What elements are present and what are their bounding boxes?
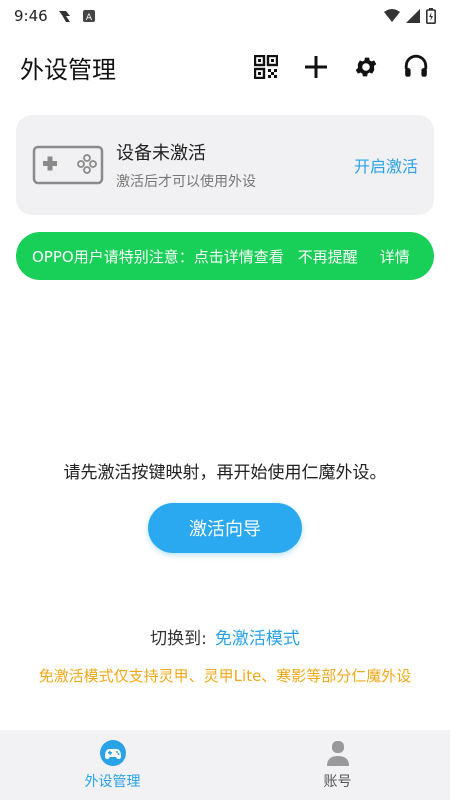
status-time: 9:46 (14, 7, 48, 25)
headset-icon (404, 54, 428, 77)
status-bar: 9:46 A (0, 0, 450, 32)
enable-activation-link[interactable]: 开启激活 (354, 153, 418, 177)
switch-label: 切换到: (150, 629, 207, 649)
oppo-notice-banner: OPPO用户请特别注意：点击详情查看 不再提醒 详情 (16, 232, 434, 280)
activation-guide-button[interactable]: 激活向导 (148, 503, 302, 553)
device-status-subtitle: 激活后才可以使用外设 (116, 174, 256, 190)
nav-item-account[interactable]: 账号 (225, 730, 450, 800)
app-logo-icon (58, 11, 70, 22)
signal-icon (406, 9, 420, 23)
plus-icon (305, 56, 327, 78)
nav-label-device-management: 外设管理 (84, 774, 141, 790)
gear-icon (355, 57, 377, 77)
dont-remind-button[interactable]: 不再提醒 (298, 246, 358, 267)
support-button[interactable] (402, 53, 430, 81)
nav-label-account: 账号 (323, 774, 352, 790)
page-title: 外设管理 (20, 55, 116, 84)
settings-button[interactable] (352, 53, 380, 81)
user-icon (326, 741, 349, 766)
app-header: 外设管理 (0, 40, 450, 94)
notice-detail-button[interactable]: 详情 (380, 246, 410, 267)
device-status-title: 设备未激活 (116, 143, 206, 164)
qr-code-icon (254, 55, 278, 79)
notification-icon: A (82, 10, 95, 23)
qr-scan-button[interactable] (252, 53, 280, 81)
activation-free-note: 免激活模式仅支持灵甲、灵甲Lite、寒影等部分仁魔外设 (38, 667, 412, 685)
battery-icon (426, 8, 436, 24)
mode-switch-row: 切换到: 免激活模式 (0, 624, 450, 649)
notice-text: OPPO用户请特别注意：点击详情查看 (32, 247, 284, 266)
activation-free-mode-link[interactable]: 免激活模式 (215, 624, 300, 649)
nav-item-device-management[interactable]: 外设管理 (0, 730, 225, 800)
wifi-icon (384, 9, 400, 22)
gamepad-device-icon (32, 145, 104, 185)
device-status-card: 设备未激活 激活后才可以使用外设 开启激活 (16, 115, 434, 215)
bottom-nav: 外设管理 账号 (0, 730, 450, 800)
activation-prompt: 请先激活按键映射，再开始使用仁魔外设。 (63, 463, 387, 483)
add-device-button[interactable] (302, 53, 330, 81)
svg-text:A: A (86, 13, 93, 23)
gamepad-icon (99, 740, 126, 766)
